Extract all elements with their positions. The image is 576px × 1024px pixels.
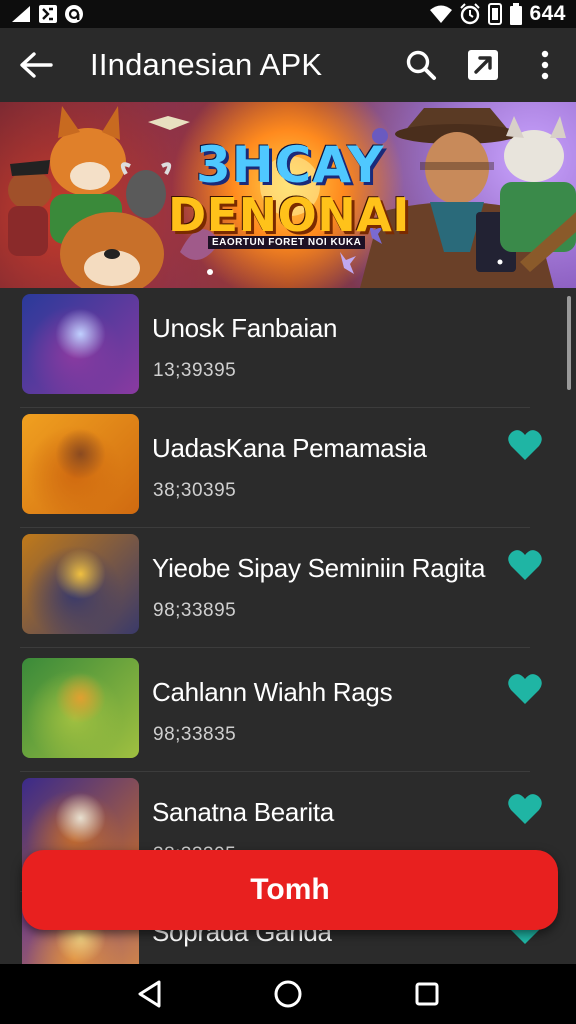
list-item[interactable]: Cahlann Wiahh Rags 98;33835: [20, 652, 542, 772]
arrow-left-icon: [20, 52, 53, 78]
featured-banner[interactable]: 3HCAY DENONAI EAORTUN FORET NOI KUKA: [0, 102, 576, 288]
status-left: [10, 4, 84, 24]
screen: 644 IIndanesian APK 3HCAY DENONAI EAORTU…: [0, 0, 576, 1024]
app-thumbnail: [22, 294, 139, 394]
app-notification-icon: [65, 5, 83, 23]
banner-title-line2: DENONAI: [168, 188, 410, 242]
status-bar: 644: [0, 0, 576, 28]
battery-icon: [510, 3, 523, 25]
open-external-button[interactable]: [452, 28, 514, 102]
app-thumbnail: [22, 658, 139, 758]
nav-recents-button[interactable]: [397, 964, 457, 1024]
list-item[interactable]: Unosk Fanbaian 13;39395: [20, 288, 530, 408]
circle-home-icon: [274, 980, 302, 1008]
heart-icon[interactable]: [507, 428, 543, 462]
alarm-icon: [460, 3, 481, 25]
list-item[interactable]: Yieobe Sipay Seminiin Ragita 98;33895: [20, 528, 542, 648]
banner-title-line1: 3HCAY: [196, 136, 385, 194]
nav-back-button[interactable]: [119, 964, 179, 1024]
heart-icon[interactable]: [507, 548, 543, 582]
banner-subtitle: EAORTUN FORET NOI KUKA: [208, 236, 366, 249]
status-right: 644: [429, 2, 566, 26]
more-vert-icon: [541, 50, 549, 80]
app-name: UadasKana Pemamasia: [152, 433, 427, 463]
app-download-count: 13;39395: [153, 360, 237, 381]
heart-icon[interactable]: [507, 672, 543, 706]
more-options-button[interactable]: [514, 28, 576, 102]
page-title: IIndanesian APK: [90, 47, 323, 82]
search-icon: [406, 50, 436, 80]
app-download-count: 38;30395: [153, 480, 237, 501]
wifi-icon: [430, 5, 453, 23]
app-thumbnail: [22, 414, 139, 514]
app-bar: IIndanesian APK: [0, 28, 576, 102]
status-time: 644: [529, 2, 566, 25]
notification-icon: [39, 5, 57, 23]
list-item[interactable]: UadasKana Pemamasia 38;30395: [20, 408, 542, 528]
app-download-count: 98;33895: [153, 600, 237, 621]
app-name: Unosk Fanbaian: [152, 313, 338, 343]
signal-icon: [12, 6, 30, 22]
system-navigation-bar: [0, 964, 576, 1024]
app-name: Yieobe Sipay Seminiin Ragita: [152, 553, 486, 583]
open-in-new-icon: [468, 50, 498, 80]
app-name: Sanatna Bearita: [152, 797, 334, 827]
triangle-back-icon: [138, 980, 161, 1008]
vibrate-icon: [488, 3, 503, 25]
back-button[interactable]: [0, 28, 72, 102]
square-recents-icon: [415, 982, 439, 1006]
scrollbar[interactable]: [567, 296, 571, 390]
heart-icon[interactable]: [507, 792, 543, 826]
app-download-count: 98;33835: [153, 724, 237, 745]
nav-home-button[interactable]: [258, 964, 318, 1024]
search-button[interactable]: [390, 28, 452, 102]
app-name: Cahlann Wiahh Rags: [152, 677, 393, 707]
primary-action-button[interactable]: Tomh: [22, 850, 558, 930]
app-thumbnail: [22, 534, 139, 634]
